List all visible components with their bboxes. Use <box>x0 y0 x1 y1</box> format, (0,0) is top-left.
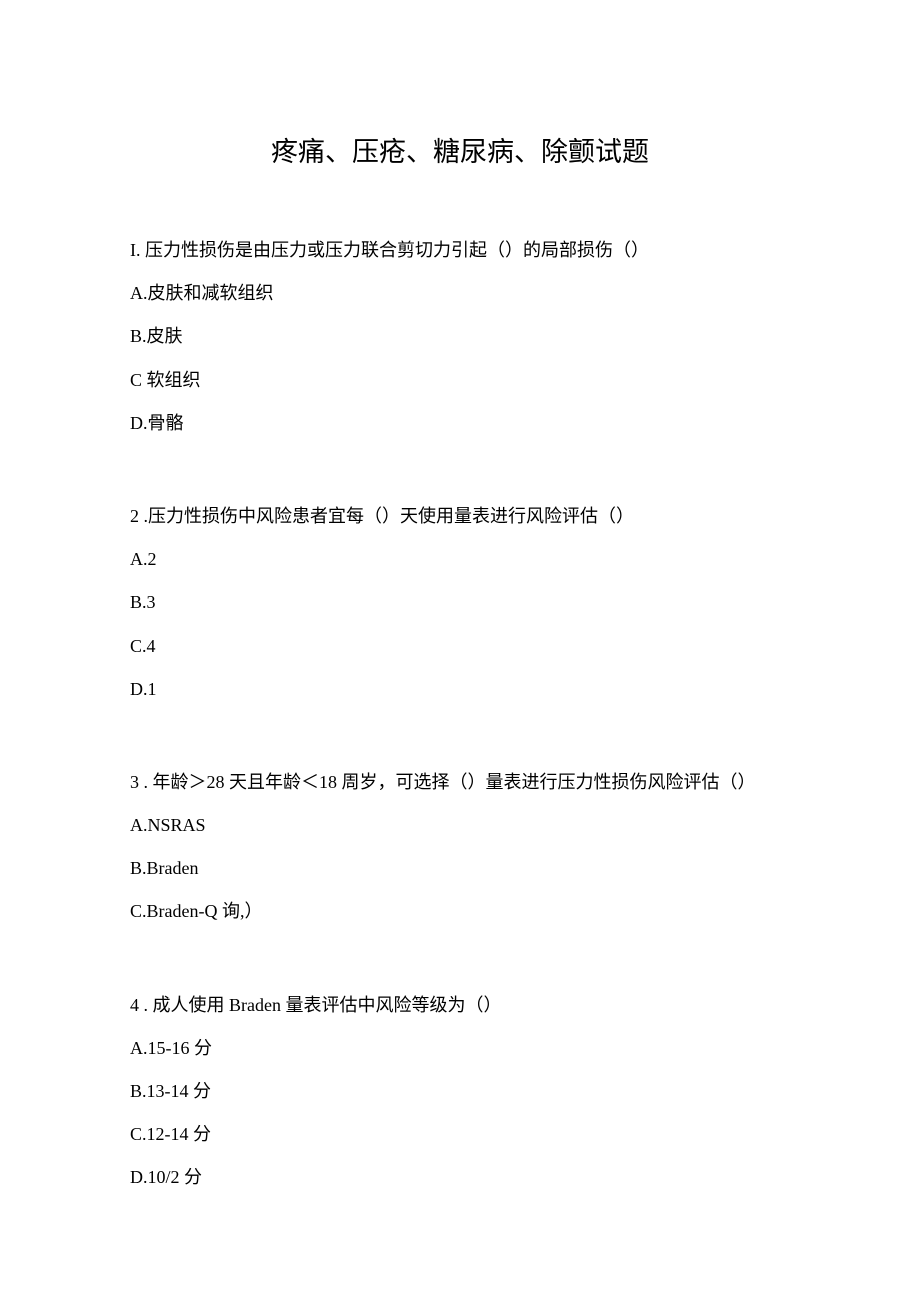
question-2: 2 .压力性损伤中风险患者宜每（）天使用量表进行风险评估（） A.2 B.3 C… <box>130 495 790 711</box>
option-a: A.NSRAS <box>130 804 790 847</box>
question-1: I. 压力性损伤是由压力或压力联合剪切力引起（）的局部损伤（） A.皮肤和减软组… <box>130 229 790 445</box>
question-text: 2 .压力性损伤中风险患者宜每（）天使用量表进行风险评估（） <box>130 495 790 538</box>
option-b: B.3 <box>130 581 790 624</box>
option-b: B.13-14 分 <box>130 1070 790 1113</box>
question-3: 3 . 年龄＞28 天且年龄＜18 周岁，可选择（）量表进行压力性损伤风险评估（… <box>130 761 790 934</box>
option-d: D.1 <box>130 668 790 711</box>
question-text: I. 压力性损伤是由压力或压力联合剪切力引起（）的局部损伤（） <box>130 229 790 272</box>
option-a: A.皮肤和减软组织 <box>130 272 790 315</box>
document-title: 疼痛、压疮、糖尿病、除颤试题 <box>130 130 790 169</box>
option-b: B.Braden <box>130 847 790 890</box>
option-a: A.15-16 分 <box>130 1027 790 1070</box>
option-b: B.皮肤 <box>130 315 790 358</box>
question-number: I. <box>130 240 141 260</box>
option-c: C.12-14 分 <box>130 1113 790 1156</box>
question-number: 4 <box>130 995 144 1015</box>
question-content: 压力性损伤是由压力或压力联合剪切力引起（）的局部损伤（） <box>141 240 650 260</box>
question-content: . 年龄＞28 天且年龄＜18 周岁，可选择（）量表进行压力性损伤风险评估（） <box>144 772 756 792</box>
question-number: 2 <box>130 506 144 526</box>
question-content: . 成人使用 Braden 量表评估中风险等级为（） <box>144 995 502 1015</box>
option-c: C.4 <box>130 625 790 668</box>
question-text: 3 . 年龄＞28 天且年龄＜18 周岁，可选择（）量表进行压力性损伤风险评估（… <box>130 761 790 804</box>
question-number: 3 <box>130 772 144 792</box>
option-d: D.10/2 分 <box>130 1156 790 1199</box>
question-content: .压力性损伤中风险患者宜每（）天使用量表进行风险评估（） <box>144 506 635 526</box>
option-d: D.骨骼 <box>130 402 790 445</box>
option-c: C.Braden-Q 询,） <box>130 890 790 933</box>
option-c: C 软组织 <box>130 359 790 402</box>
option-a: A.2 <box>130 538 790 581</box>
question-4: 4 . 成人使用 Braden 量表评估中风险等级为（） A.15-16 分 B… <box>130 984 790 1200</box>
question-text: 4 . 成人使用 Braden 量表评估中风险等级为（） <box>130 984 790 1027</box>
